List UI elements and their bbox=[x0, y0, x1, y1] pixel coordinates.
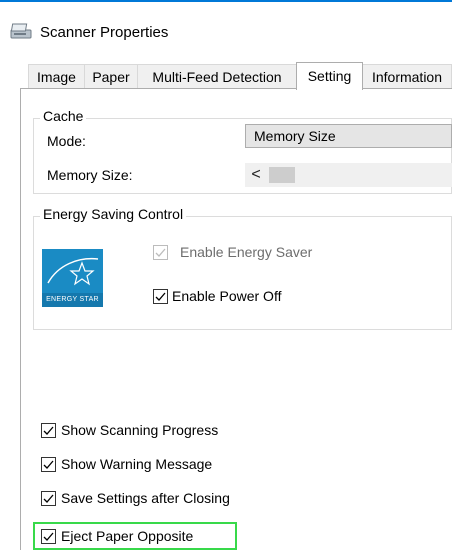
show-scanning-progress-label: Show Scanning Progress bbox=[61, 422, 219, 438]
show-scanning-progress-checkbox[interactable] bbox=[41, 423, 56, 438]
tab-paper[interactable]: Paper bbox=[84, 64, 138, 88]
mode-label: Mode: bbox=[47, 133, 86, 149]
title-bar: Scanner Properties bbox=[0, 2, 452, 44]
energy-star-icon bbox=[47, 257, 99, 286]
memory-size-scrollbar[interactable]: < bbox=[245, 163, 452, 187]
show-warning-message-checkbox[interactable] bbox=[41, 457, 56, 472]
enable-power-off-checkbox[interactable] bbox=[153, 289, 168, 304]
mode-select[interactable]: Memory Size bbox=[245, 124, 452, 148]
eject-paper-opposite-label: Eject Paper Opposite bbox=[61, 528, 194, 544]
eject-paper-opposite-checkbox[interactable] bbox=[41, 529, 56, 544]
scroll-thumb[interactable] bbox=[269, 167, 295, 183]
energy-saving-group-label: Energy Saving Control bbox=[40, 206, 187, 222]
show-warning-message-label: Show Warning Message bbox=[61, 456, 213, 472]
energy-star-caption: ENERGY STAR bbox=[42, 293, 103, 307]
mode-select-value: Memory Size bbox=[254, 128, 336, 144]
window-title: Scanner Properties bbox=[40, 24, 169, 41]
tab-setting[interactable]: Setting bbox=[296, 62, 363, 90]
tab-image[interactable]: Image bbox=[28, 64, 85, 88]
tab-information[interactable]: Information bbox=[362, 64, 452, 88]
cache-group-label: Cache bbox=[40, 108, 87, 124]
tab-multi-feed-detection[interactable]: Multi-Feed Detection bbox=[137, 64, 297, 88]
enable-energy-saver-checkbox[interactable] bbox=[153, 245, 168, 260]
enable-power-off-label: Enable Power Off bbox=[172, 288, 282, 304]
save-settings-after-closing-label: Save Settings after Closing bbox=[61, 490, 230, 506]
energy-star-logo: ENERGY STAR bbox=[42, 249, 103, 307]
scanner-icon bbox=[10, 22, 32, 40]
memory-size-label: Memory Size: bbox=[47, 167, 133, 183]
tab-strip: Image Paper Multi-Feed Detection Setting… bbox=[20, 62, 452, 90]
scroll-left-arrow-icon[interactable]: < bbox=[245, 163, 267, 187]
save-settings-after-closing-checkbox[interactable] bbox=[41, 491, 56, 506]
enable-energy-saver-label: Enable Energy Saver bbox=[180, 244, 313, 260]
